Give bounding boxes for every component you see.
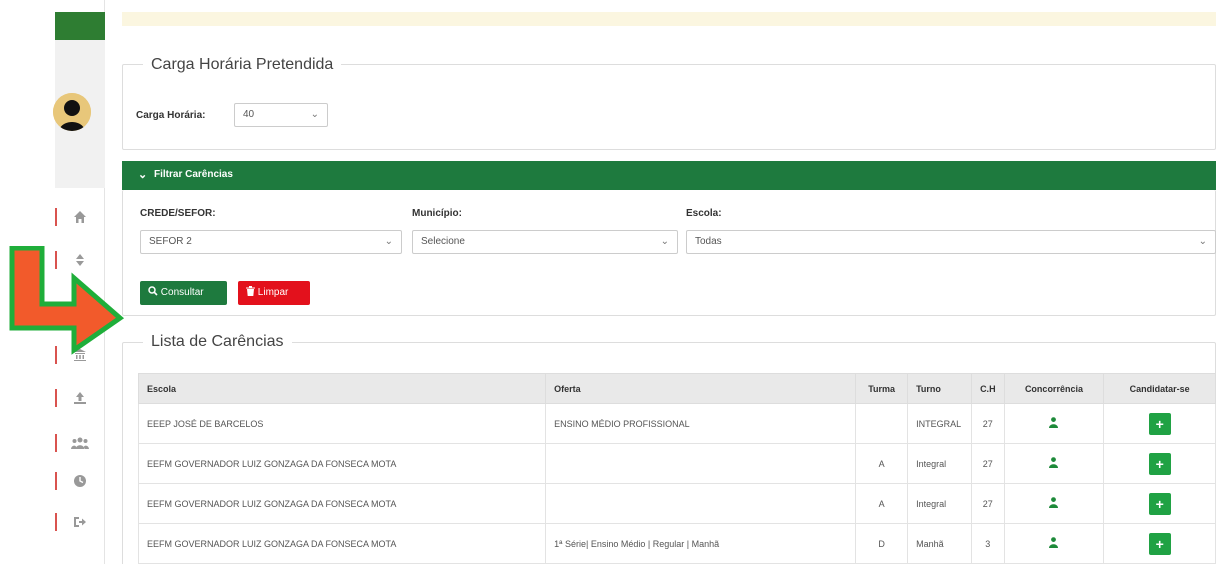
notice-bar — [122, 12, 1216, 26]
cell-ch: 27 — [971, 483, 1005, 524]
cell-turma: A — [855, 443, 909, 484]
sidebar-marker — [55, 434, 57, 452]
cell-candidatar: + — [1103, 443, 1216, 484]
person-icon[interactable] — [1049, 417, 1059, 428]
users-icon — [71, 437, 89, 449]
col-turno[interactable]: Turno — [907, 373, 973, 404]
consultar-label: Consultar — [160, 287, 204, 298]
sidebar-item-history[interactable] — [55, 466, 105, 496]
cell-oferta — [545, 483, 857, 524]
crede-value: SEFOR 2 — [149, 236, 192, 247]
chevron-down-icon: ⌄ — [660, 236, 669, 247]
sidebar-marker — [55, 513, 57, 531]
cell-escola: EEEP JOSÉ DE BARCELOS — [137, 403, 547, 444]
annotation-arrow-icon — [9, 246, 125, 355]
consultar-button[interactable]: Consultar — [140, 281, 227, 305]
sidebar-item-home[interactable] — [55, 202, 105, 232]
col-ch[interactable]: C.H — [971, 373, 1005, 404]
table-row: EEFM GOVERNADOR LUIZ GONZAGA DA FONSECA … — [137, 523, 1216, 564]
home-icon — [74, 211, 86, 223]
escola-value: Todas — [695, 236, 722, 247]
cell-ch: 27 — [971, 443, 1005, 484]
table-row: EEFM GOVERNADOR LUIZ GONZAGA DA FONSECA … — [137, 483, 1216, 524]
page: Carga Horária Pretendida Carga Horária: … — [0, 0, 1216, 564]
cell-turma: A — [855, 483, 909, 524]
person-icon[interactable] — [1049, 457, 1059, 468]
filter-header[interactable]: ⌄ Filtrar Carências — [122, 161, 1216, 190]
lista-legend: Lista de Carências — [143, 333, 292, 351]
cell-candidatar: + — [1103, 483, 1216, 524]
chevron-down-icon: ⌄ — [1198, 236, 1207, 247]
clock-icon — [74, 475, 86, 487]
col-concorrencia[interactable]: Concorrência — [1003, 373, 1105, 404]
cell-turno: Integral — [907, 483, 973, 524]
filter-title: Filtrar Carências — [154, 169, 233, 180]
candidatar-button[interactable]: + — [1148, 532, 1171, 555]
carga-horaria-label: Carga Horária: — [136, 110, 206, 121]
limpar-button[interactable]: Limpar — [238, 281, 310, 305]
table-header-row: Escola Oferta Turma Turno C.H Concorrênc… — [137, 373, 1216, 404]
col-turma[interactable]: Turma — [855, 373, 909, 404]
search-icon — [148, 286, 158, 296]
chevron-down-icon: ⌄ — [384, 236, 393, 247]
sidebar-header — [55, 12, 105, 40]
cell-concorrencia — [1003, 403, 1105, 444]
sidebar-marker — [55, 208, 57, 226]
cell-turno: Integral — [907, 443, 973, 484]
candidatar-button[interactable]: + — [1148, 452, 1171, 475]
cell-oferta: 1ª Série| Ensino Médio | Regular | Manhã — [545, 523, 857, 564]
col-candidatar[interactable]: Candidatar-se — [1103, 373, 1216, 404]
carga-horaria-value: 40 — [243, 109, 255, 120]
municipio-select[interactable]: Selecione ⌄ — [412, 230, 678, 254]
cell-turno: INTEGRAL — [907, 403, 973, 444]
escola-select[interactable]: Todas ⌄ — [686, 230, 1216, 254]
cell-escola: EEFM GOVERNADOR LUIZ GONZAGA DA FONSECA … — [137, 523, 547, 564]
cell-oferta — [545, 443, 857, 484]
upload-icon — [74, 392, 86, 404]
cell-oferta: ENSINO MÉDIO PROFISSIONAL — [545, 403, 857, 444]
municipio-label: Município: — [412, 208, 462, 219]
crede-label: CREDE/SEFOR: — [140, 208, 216, 219]
chevron-down-icon: ⌄ — [310, 109, 319, 120]
person-icon[interactable] — [1049, 537, 1059, 548]
cell-ch: 3 — [971, 523, 1005, 564]
cell-ch: 27 — [971, 403, 1005, 444]
person-icon[interactable] — [1049, 497, 1059, 508]
trash-icon — [246, 286, 255, 296]
col-oferta[interactable]: Oferta — [545, 373, 857, 404]
municipio-value: Selecione — [421, 236, 465, 247]
cell-turma — [855, 403, 909, 444]
cell-concorrencia — [1003, 443, 1105, 484]
cell-escola: EEFM GOVERNADOR LUIZ GONZAGA DA FONSECA … — [137, 483, 547, 524]
table-row: EEFM GOVERNADOR LUIZ GONZAGA DA FONSECA … — [137, 443, 1216, 484]
candidatar-button[interactable]: + — [1148, 492, 1171, 515]
cell-concorrencia — [1003, 523, 1105, 564]
sign-out-icon — [74, 517, 86, 527]
cell-candidatar: + — [1103, 523, 1216, 564]
sidebar-item-users[interactable] — [55, 428, 105, 458]
cell-turno: Manhã — [907, 523, 973, 564]
chevron-down-icon: ⌄ — [138, 169, 148, 181]
cell-concorrencia — [1003, 483, 1105, 524]
sidebar-marker — [55, 472, 57, 490]
cell-candidatar: + — [1103, 403, 1216, 444]
carga-horaria-legend: Carga Horária Pretendida — [143, 56, 342, 74]
col-escola[interactable]: Escola — [137, 373, 547, 404]
escola-label: Escola: — [686, 208, 722, 219]
sidebar-item-logout[interactable] — [55, 507, 105, 537]
cell-escola: EEFM GOVERNADOR LUIZ GONZAGA DA FONSECA … — [137, 443, 547, 484]
sidebar-marker — [55, 389, 57, 407]
sidebar-item-upload[interactable] — [55, 383, 105, 413]
candidatar-button[interactable]: + — [1148, 412, 1171, 435]
cell-turma: D — [855, 523, 909, 564]
carga-horaria-select[interactable]: 40 ⌄ — [234, 103, 328, 127]
table-row: EEEP JOSÉ DE BARCELOS ENSINO MÉDIO PROFI… — [137, 403, 1216, 444]
crede-select[interactable]: SEFOR 2 ⌄ — [140, 230, 402, 254]
avatar[interactable] — [53, 93, 91, 131]
limpar-label: Limpar — [257, 287, 289, 298]
carencias-table: Escola Oferta Turma Turno C.H Concorrênc… — [137, 373, 1216, 564]
